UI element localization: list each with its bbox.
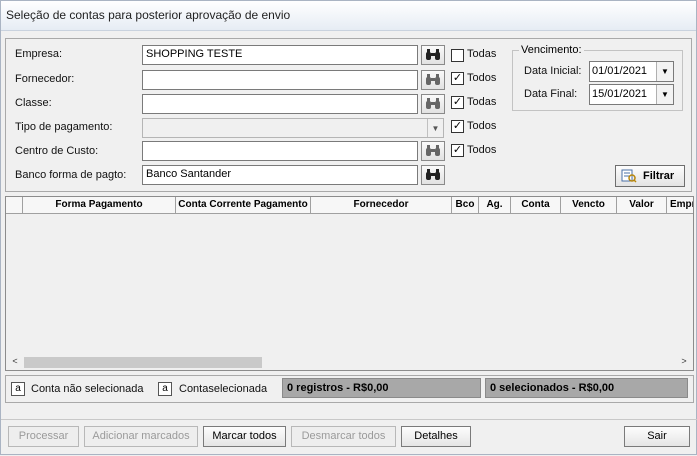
column-header[interactable]: Vencto [561, 197, 617, 213]
data-inicial-input[interactable]: 01/01/2021 ▼ [589, 61, 674, 82]
data-final-label: Data Final: [524, 88, 578, 100]
marcar-todos-button[interactable]: Marcar todos [203, 426, 286, 447]
column-header[interactable]: Forma Pagamento [23, 197, 176, 213]
classe-label: Classe: [15, 97, 52, 109]
adicionar-marcados-button[interactable]: Adicionar marcados [84, 426, 198, 447]
data-inicial-label: Data Inicial: [524, 65, 582, 77]
calendar-dropdown-icon[interactable]: ▼ [656, 85, 673, 104]
filtrar-button[interactable]: Filtrar [615, 165, 685, 187]
tipo-pagamento-all-checkbox[interactable]: ✓ [451, 120, 464, 133]
binoculars-icon [426, 98, 440, 109]
column-header[interactable]: Empr [667, 197, 693, 213]
row-indicator-header [6, 197, 23, 213]
processar-button[interactable]: Processar [8, 426, 79, 447]
binoculars-icon [426, 49, 440, 60]
tipo-pagamento-label: Tipo de pagamento: [15, 121, 113, 133]
column-header[interactable]: Valor [617, 197, 667, 213]
tipo-pagamento-select[interactable]: ▼ [142, 118, 444, 138]
selected-label: Contaselecionada [179, 383, 268, 395]
centro-custo-all-checkbox[interactable]: ✓ [451, 144, 464, 157]
empresa-all-label: Todas [467, 48, 497, 60]
banco-input[interactable]: Banco Santander [142, 165, 418, 185]
selected-swatch: a [158, 382, 172, 396]
empresa-label: Empresa: [15, 48, 63, 60]
banco-search-button[interactable] [421, 165, 445, 185]
column-header[interactable]: Conta Corrente Pagamento [176, 197, 311, 213]
empresa-all-checkbox[interactable] [451, 49, 464, 62]
classe-all-label: Todas [467, 96, 497, 108]
data-final-value: 15/01/2021 [592, 88, 648, 100]
classe-search-button[interactable] [421, 94, 445, 114]
column-header[interactable]: Bco [452, 197, 479, 213]
centro-custo-search-button[interactable] [421, 141, 445, 161]
tipo-pagamento-all-label: Todos [467, 120, 497, 132]
column-header[interactable]: Ag. [479, 197, 511, 213]
binoculars-icon [426, 145, 440, 156]
contas-grid[interactable]: Forma Pagamento Conta Corrente Pagamento… [5, 196, 694, 371]
scroll-right-icon[interactable]: > [677, 356, 691, 369]
centro-custo-input[interactable] [142, 141, 418, 161]
banco-label: Banco forma de pagto: [15, 169, 127, 181]
selected-total: 0 selecionados - R$0,00 [485, 378, 688, 398]
calendar-dropdown-icon[interactable]: ▼ [656, 62, 673, 81]
detalhes-button[interactable]: Detalhes [401, 426, 471, 447]
empresa-input[interactable]: SHOPPING TESTE [142, 45, 418, 65]
scrollbar-thumb[interactable] [24, 357, 262, 368]
horizontal-scrollbar[interactable]: < > [6, 355, 693, 370]
fornecedor-search-button[interactable] [421, 70, 445, 90]
column-header[interactable]: Conta [511, 197, 561, 213]
main-window: Seleção de contas para posterior aprovaç… [0, 0, 697, 455]
fornecedor-label: Fornecedor: [15, 73, 75, 85]
data-final-input[interactable]: 15/01/2021 ▼ [589, 84, 674, 105]
chevron-down-icon[interactable]: ▼ [427, 119, 443, 137]
empresa-search-button[interactable] [421, 45, 445, 65]
fornecedor-input[interactable] [142, 70, 418, 90]
binoculars-icon [426, 169, 440, 180]
binoculars-icon [426, 74, 440, 85]
filter-search-icon [621, 169, 637, 183]
classe-input[interactable] [142, 94, 418, 114]
title-bar: Seleção de contas para posterior aprovaç… [1, 1, 696, 31]
fornecedor-all-label: Todos [467, 72, 497, 84]
not-selected-label: Conta não selecionada [31, 383, 144, 395]
sair-button[interactable]: Sair [624, 426, 690, 447]
centro-custo-all-label: Todos [467, 144, 497, 156]
window-title: Seleção de contas para posterior aprovaç… [6, 8, 291, 22]
vencimento-legend: Vencimento: [521, 44, 582, 56]
fornecedor-all-checkbox[interactable]: ✓ [451, 72, 464, 85]
desmarcar-todos-button[interactable]: Desmarcar todos [291, 426, 396, 447]
filtrar-label: Filtrar [643, 170, 675, 182]
column-header[interactable]: Fornecedor [311, 197, 452, 213]
not-selected-swatch: a [11, 382, 25, 396]
centro-custo-label: Centro de Custo: [15, 145, 99, 157]
classe-all-checkbox[interactable]: ✓ [451, 96, 464, 109]
data-inicial-value: 01/01/2021 [592, 65, 648, 77]
records-total: 0 registros - R$0,00 [282, 378, 481, 398]
scroll-left-icon[interactable]: < [8, 356, 22, 369]
grid-header: Forma Pagamento Conta Corrente Pagamento… [6, 197, 693, 214]
